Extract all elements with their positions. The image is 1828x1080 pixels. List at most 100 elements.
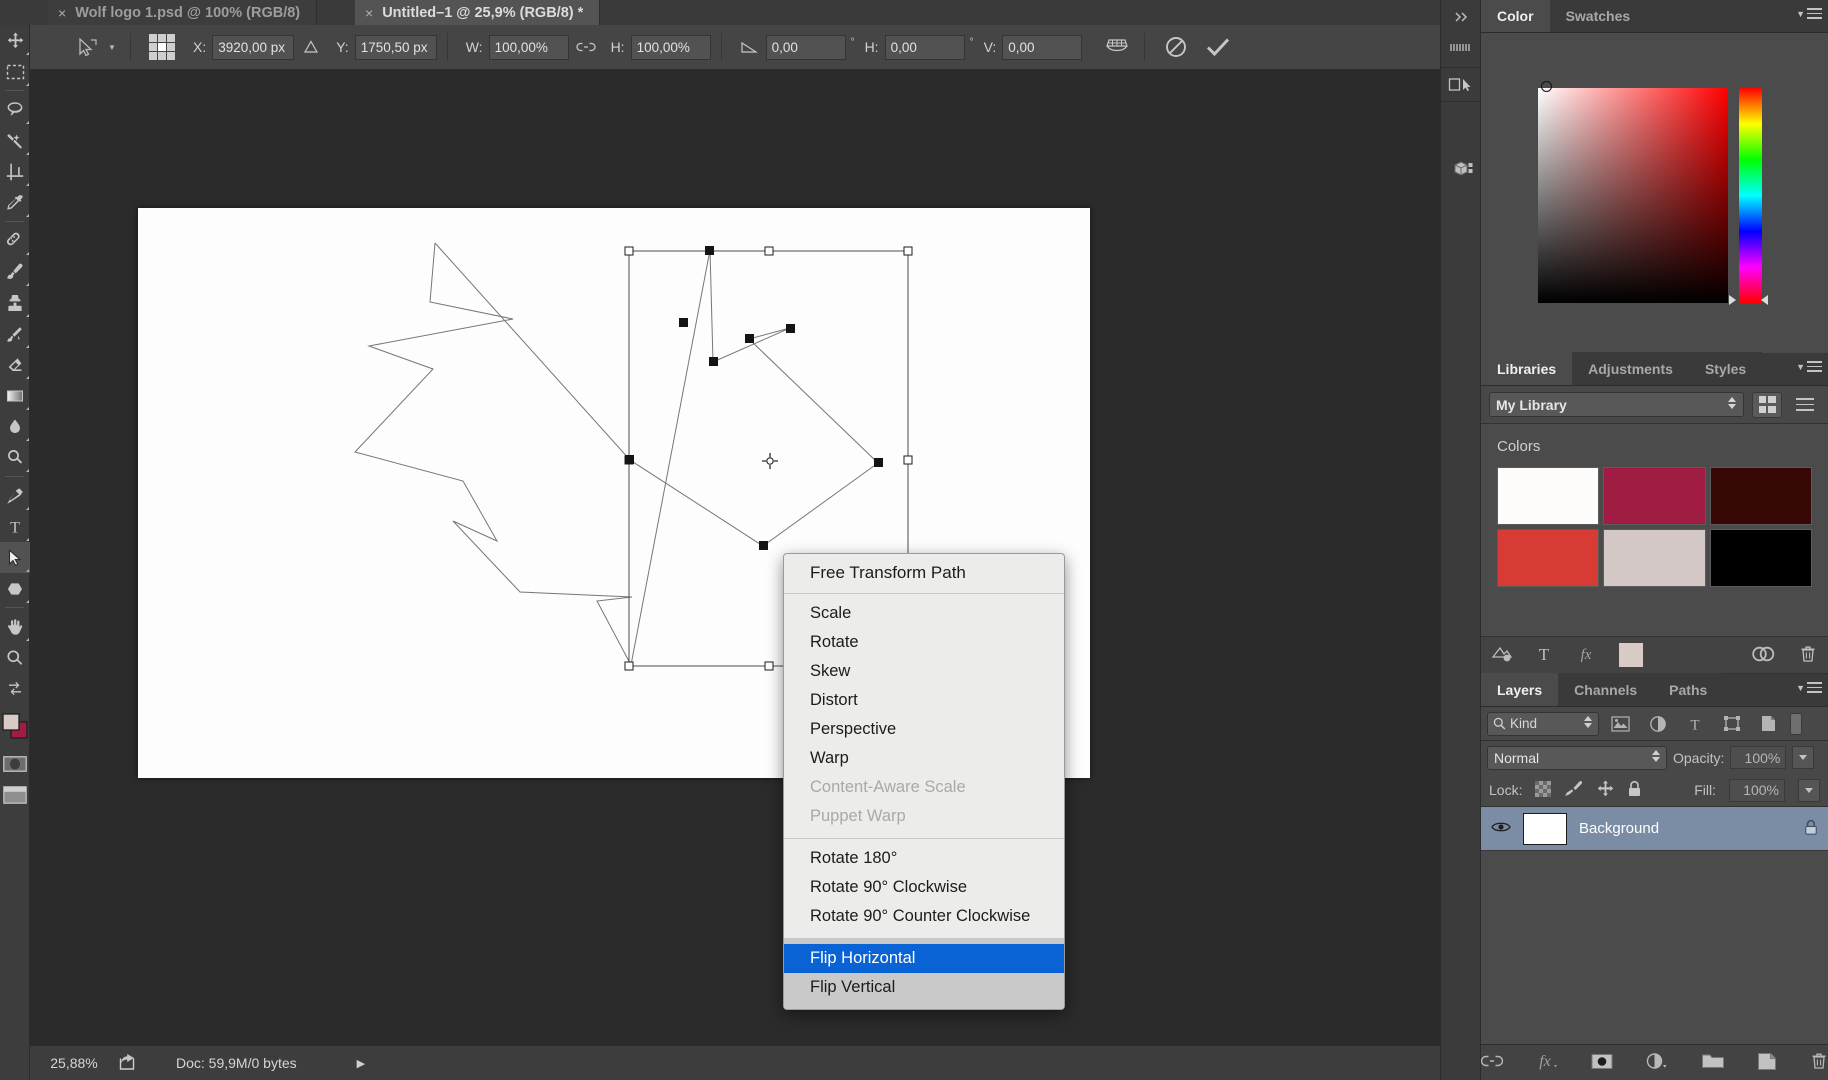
document-tab-untitled[interactable]: × Untitled–1 @ 25,9% (RGB/8) * [355, 0, 601, 25]
swatch-dark-maroon[interactable] [1709, 467, 1812, 525]
add-color-icon[interactable] [1619, 643, 1643, 667]
color-field-cursor[interactable] [1541, 81, 1552, 92]
panel-menu-icon[interactable]: ▼ [1796, 8, 1822, 19]
swatch-light-grey-pink[interactable] [1603, 529, 1706, 587]
swatch-red[interactable] [1497, 529, 1600, 587]
filter-shape-icon[interactable] [1716, 712, 1747, 736]
tab-styles[interactable]: Styles [1688, 352, 1763, 385]
path-selection-tool[interactable] [0, 542, 30, 573]
share-icon[interactable] [118, 1053, 138, 1074]
grid-view-icon[interactable] [1752, 391, 1782, 418]
document-tab-wolf-logo[interactable]: × Wolf logo 1.psd @ 100% (RGB/8) [48, 0, 318, 25]
panel-menu-icon[interactable]: ▼ [1796, 682, 1822, 693]
3d-panel-icon[interactable] [1441, 154, 1481, 188]
menu-item-distort[interactable]: Distort [784, 686, 1064, 715]
tab-swatches[interactable]: Swatches [1549, 0, 1647, 32]
lasso-tool[interactable] [0, 94, 30, 125]
canvas-area[interactable] [30, 70, 1440, 1045]
filter-toggle-switch[interactable] [1790, 712, 1802, 735]
status-expand-icon[interactable]: ▶ [357, 1057, 365, 1070]
x-input[interactable]: 3920,00 px [212, 34, 295, 60]
move-tool[interactable] [0, 25, 30, 56]
brush-tool[interactable] [0, 256, 30, 287]
filter-adjustment-icon[interactable] [1642, 712, 1673, 736]
tab-libraries[interactable]: Libraries [1481, 352, 1573, 385]
color-picker-panel[interactable] [1481, 33, 1828, 353]
swatch-white[interactable] [1497, 467, 1600, 525]
menu-item-rotate-90-ccw[interactable]: Rotate 90° Counter Clockwise [784, 902, 1064, 931]
horizontal-skew-input[interactable]: 0,00 [884, 34, 965, 60]
tab-paths[interactable]: Paths [1653, 673, 1724, 706]
chevron-down-icon[interactable]: ▼ [104, 43, 120, 52]
transform-context-menu[interactable]: Free Transform Path Scale Rotate Skew Di… [783, 553, 1065, 1010]
swatch-black[interactable] [1709, 529, 1812, 587]
dodge-tool[interactable] [0, 442, 30, 473]
quick-selection-tool[interactable] [0, 125, 30, 156]
swap-colors-icon[interactable] [0, 673, 30, 704]
table-row[interactable]: Background [1481, 807, 1828, 851]
layer-thumbnail[interactable] [1523, 812, 1567, 845]
hue-slider[interactable] [1739, 88, 1762, 303]
zoom-level-input[interactable]: 25,88% [30, 1055, 118, 1071]
link-layers-icon[interactable] [1480, 1054, 1504, 1071]
type-tool[interactable]: T [0, 511, 30, 542]
history-brush-tool[interactable] [0, 318, 30, 349]
delete-icon[interactable] [1798, 644, 1818, 667]
menu-item-rotate-180[interactable]: Rotate 180° [784, 844, 1064, 873]
filter-smart-object-icon[interactable] [1753, 712, 1784, 736]
list-view-icon[interactable] [1790, 392, 1820, 418]
color-field[interactable] [1538, 88, 1728, 303]
opacity-input[interactable]: 100% [1730, 746, 1787, 769]
menu-item-skew[interactable]: Skew [784, 657, 1064, 686]
menu-item-flip-horizontal[interactable]: Flip Horizontal [784, 944, 1064, 973]
opacity-dropdown-icon[interactable] [1792, 746, 1815, 769]
hand-tool[interactable] [0, 611, 30, 642]
menu-item-rotate-90-cw[interactable]: Rotate 90° Clockwise [784, 873, 1064, 902]
screen-mode-icon[interactable] [0, 779, 30, 810]
fill-input[interactable]: 100% [1729, 778, 1785, 802]
panel-menu-icon[interactable]: ▼ [1796, 361, 1822, 372]
properties-panel-icon[interactable] [1441, 68, 1481, 102]
quick-mask-mode-icon[interactable] [0, 748, 30, 779]
adjustment-layer-icon[interactable] [1645, 1052, 1669, 1073]
relative-position-icon[interactable] [294, 34, 328, 60]
layer-mask-icon[interactable] [1591, 1053, 1613, 1073]
library-select[interactable]: My Library [1489, 392, 1744, 417]
swatch-crimson[interactable] [1603, 467, 1706, 525]
filter-type-icon[interactable]: T [1679, 712, 1710, 736]
lock-icon[interactable] [1804, 819, 1818, 839]
reference-point-locator[interactable] [149, 34, 175, 60]
menu-item-flip-vertical[interactable]: Flip Vertical [784, 973, 1064, 1002]
link-aspect-ratio-icon[interactable] [569, 34, 603, 60]
cancel-transform-icon[interactable] [1155, 34, 1197, 60]
spot-healing-brush-tool[interactable] [0, 225, 30, 256]
tab-color[interactable]: Color [1481, 0, 1550, 32]
menu-item-warp[interactable]: Warp [784, 744, 1064, 773]
chevron-updown-icon[interactable] [1728, 397, 1736, 409]
tab-adjustments[interactable]: Adjustments [1572, 352, 1689, 385]
pen-tool[interactable] [0, 480, 30, 511]
layer-filter-kind-select[interactable]: Kind [1487, 711, 1599, 736]
path-selection-transform-icon[interactable] [70, 34, 104, 60]
eyedropper-tool[interactable] [0, 187, 30, 218]
history-panel-icon[interactable] [1441, 34, 1481, 68]
filter-pixel-icon[interactable] [1605, 712, 1636, 736]
menu-item-perspective[interactable]: Perspective [784, 715, 1064, 744]
crop-tool[interactable] [0, 156, 30, 187]
vertical-skew-input[interactable]: 0,00 [1002, 34, 1083, 60]
zoom-tool[interactable] [0, 642, 30, 673]
gradient-tool[interactable] [0, 380, 30, 411]
add-graphic-icon[interactable] [1491, 645, 1513, 666]
y-input[interactable]: 1750,50 px [354, 34, 437, 60]
fill-dropdown-icon[interactable] [1798, 778, 1820, 802]
warp-mode-icon[interactable] [1100, 34, 1134, 60]
lock-all-icon[interactable] [1627, 780, 1642, 801]
foreground-background-color-swatches[interactable] [0, 704, 30, 748]
height-input[interactable]: 100,00% [630, 34, 711, 60]
new-group-icon[interactable] [1701, 1052, 1725, 1073]
collapse-panels-icon[interactable] [1441, 0, 1481, 34]
menu-item-rotate[interactable]: Rotate [784, 628, 1064, 657]
rectangular-marquee-tool[interactable] [0, 56, 30, 87]
delete-layer-icon[interactable] [1809, 1051, 1828, 1074]
lock-transparency-icon[interactable] [1535, 780, 1552, 800]
